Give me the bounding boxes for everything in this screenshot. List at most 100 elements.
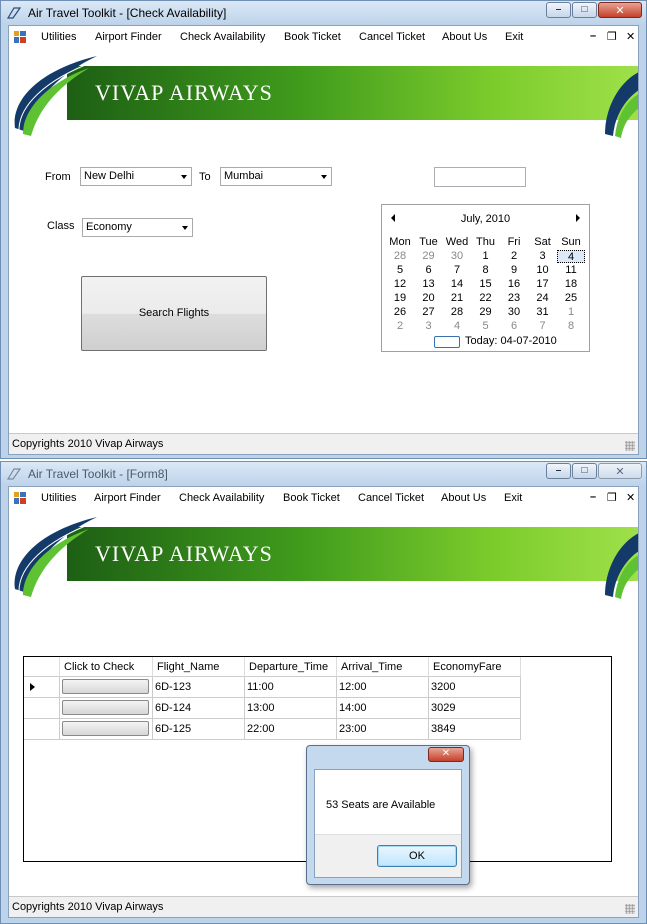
- calendar-day[interactable]: 8: [472, 264, 500, 277]
- calendar-day[interactable]: 29: [415, 250, 443, 263]
- check-seats-button[interactable]: [62, 700, 149, 715]
- cell-departure-time[interactable]: 22:00: [245, 719, 337, 740]
- next-month-icon[interactable]: [576, 214, 580, 222]
- mdi-close-icon[interactable]: ✕: [626, 491, 635, 504]
- form-icon[interactable]: [13, 30, 27, 44]
- mdi-close-icon[interactable]: ✕: [626, 30, 635, 43]
- cell-economy-fare[interactable]: 3200: [429, 677, 521, 698]
- menu-check-availability[interactable]: Check Availability: [180, 31, 265, 43]
- cell-flight-name[interactable]: 6D-123: [153, 677, 245, 698]
- calendar-day[interactable]: 20: [415, 292, 443, 305]
- calendar-day[interactable]: 11: [557, 264, 585, 277]
- mdi-restore-icon[interactable]: ❐: [607, 30, 617, 43]
- calendar-day[interactable]: 3: [529, 250, 557, 263]
- resize-grip-icon[interactable]: [625, 441, 635, 451]
- calendar-day[interactable]: 6: [500, 320, 528, 333]
- check-seats-button[interactable]: [62, 721, 149, 736]
- column-header-click-to-check[interactable]: Click to Check: [60, 657, 153, 677]
- mdi-restore-icon[interactable]: ❐: [607, 491, 617, 504]
- calendar-day[interactable]: 25: [557, 292, 585, 305]
- calendar-day[interactable]: 16: [500, 278, 528, 291]
- calendar-day-selected[interactable]: 4: [557, 250, 585, 263]
- menu-utilities[interactable]: Utilities: [41, 492, 76, 504]
- resize-grip-icon[interactable]: [625, 904, 635, 914]
- menu-cancel-ticket[interactable]: Cancel Ticket: [358, 492, 424, 504]
- calendar-day[interactable]: 2: [500, 250, 528, 263]
- menu-exit[interactable]: Exit: [504, 492, 522, 504]
- cell-flight-name[interactable]: 6D-125: [153, 719, 245, 740]
- menu-airport-finder[interactable]: Airport Finder: [94, 492, 161, 504]
- calendar-day[interactable]: 5: [472, 320, 500, 333]
- calendar-day[interactable]: 10: [529, 264, 557, 277]
- cell-economy-fare[interactable]: 3029: [429, 698, 521, 719]
- close-button[interactable]: ✕: [598, 463, 642, 479]
- date-textbox[interactable]: [434, 167, 526, 187]
- calendar-day[interactable]: 19: [386, 292, 414, 305]
- row-header[interactable]: [24, 677, 60, 698]
- menu-book-ticket[interactable]: Book Ticket: [284, 31, 341, 43]
- calendar-day[interactable]: 14: [443, 278, 471, 291]
- form-icon[interactable]: [13, 491, 27, 505]
- mdi-minimize-icon[interactable]: –: [590, 491, 596, 503]
- calendar-day[interactable]: 2: [386, 320, 414, 333]
- calendar-day[interactable]: 9: [500, 264, 528, 277]
- from-combobox[interactable]: New Delhi: [80, 167, 192, 186]
- search-flights-button[interactable]: Search Flights: [81, 276, 267, 351]
- column-header-arrival-time[interactable]: Arrival_Time: [337, 657, 429, 677]
- calendar-day[interactable]: 18: [557, 278, 585, 291]
- calendar-day[interactable]: 24: [529, 292, 557, 305]
- maximize-button[interactable]: □: [572, 463, 597, 479]
- cell-economy-fare[interactable]: 3849: [429, 719, 521, 740]
- close-button[interactable]: ✕: [598, 2, 642, 18]
- calendar-day[interactable]: 23: [500, 292, 528, 305]
- menu-about-us[interactable]: About Us: [441, 492, 486, 504]
- calendar-day[interactable]: 26: [386, 306, 414, 319]
- ok-button[interactable]: OK: [377, 845, 457, 867]
- calendar-day[interactable]: 27: [415, 306, 443, 319]
- calendar-day[interactable]: 7: [529, 320, 557, 333]
- class-combobox[interactable]: Economy: [82, 218, 193, 237]
- calendar-day[interactable]: 28: [443, 306, 471, 319]
- row-header[interactable]: [24, 698, 60, 719]
- to-combobox[interactable]: Mumbai: [220, 167, 332, 186]
- messagebox-close-button[interactable]: ✕: [428, 747, 464, 762]
- today-link[interactable]: Today: 04-07-2010: [465, 335, 557, 347]
- minimize-button[interactable]: –: [546, 2, 571, 18]
- cell-departure-time[interactable]: 11:00: [245, 677, 337, 698]
- calendar-day[interactable]: 12: [386, 278, 414, 291]
- window-titlebar[interactable]: Air Travel Toolkit - [Form8] – □ ✕: [1, 462, 646, 486]
- maximize-button[interactable]: □: [572, 2, 597, 18]
- calendar-day[interactable]: 5: [386, 264, 414, 277]
- calendar-month-title[interactable]: July, 2010: [382, 213, 589, 225]
- calendar-day[interactable]: 1: [557, 306, 585, 319]
- calendar-day[interactable]: 30: [500, 306, 528, 319]
- cell-arrival-time[interactable]: 14:00: [337, 698, 429, 719]
- menu-cancel-ticket[interactable]: Cancel Ticket: [359, 31, 425, 43]
- cell-flight-name[interactable]: 6D-124: [153, 698, 245, 719]
- menu-airport-finder[interactable]: Airport Finder: [95, 31, 162, 43]
- menu-check-availability[interactable]: Check Availability: [179, 492, 264, 504]
- calendar-day[interactable]: 28: [386, 250, 414, 263]
- calendar-day[interactable]: 7: [443, 264, 471, 277]
- menu-book-ticket[interactable]: Book Ticket: [283, 492, 340, 504]
- calendar-day[interactable]: 4: [443, 320, 471, 333]
- calendar-day[interactable]: 3: [415, 320, 443, 333]
- calendar-day[interactable]: 1: [472, 250, 500, 263]
- mdi-minimize-icon[interactable]: –: [590, 30, 596, 42]
- window-titlebar[interactable]: Air Travel Toolkit - [Check Availability…: [1, 1, 646, 25]
- check-seats-button[interactable]: [62, 679, 149, 694]
- cell-departure-time[interactable]: 13:00: [245, 698, 337, 719]
- column-header-flight-name[interactable]: Flight_Name: [153, 657, 245, 677]
- calendar-day[interactable]: 13: [415, 278, 443, 291]
- cell-arrival-time[interactable]: 23:00: [337, 719, 429, 740]
- calendar-day[interactable]: 8: [557, 320, 585, 333]
- calendar-day[interactable]: 6: [415, 264, 443, 277]
- menu-exit[interactable]: Exit: [505, 31, 523, 43]
- menu-utilities[interactable]: Utilities: [41, 31, 76, 43]
- minimize-button[interactable]: –: [546, 463, 571, 479]
- calendar-day[interactable]: 17: [529, 278, 557, 291]
- calendar-day[interactable]: 30: [443, 250, 471, 263]
- row-header[interactable]: [24, 719, 60, 740]
- calendar-day[interactable]: 31: [529, 306, 557, 319]
- column-header-departure-time[interactable]: Departure_Time: [245, 657, 337, 677]
